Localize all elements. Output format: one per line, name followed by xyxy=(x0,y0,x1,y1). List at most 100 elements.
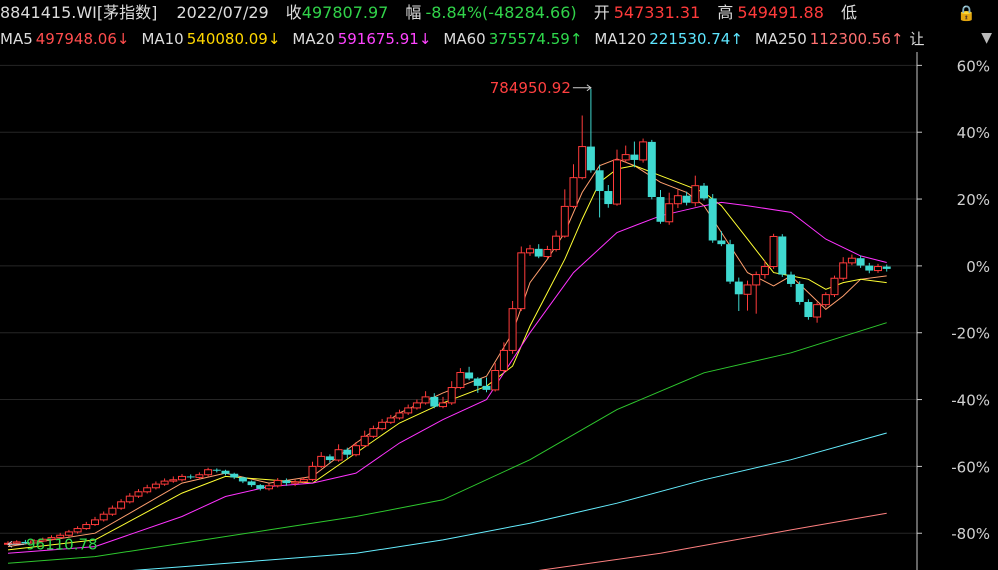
candle xyxy=(552,230,561,252)
candle xyxy=(82,521,91,530)
candle-body xyxy=(604,191,613,205)
candle-body xyxy=(282,480,291,484)
y-tick-label: -20% xyxy=(951,325,990,343)
candle xyxy=(499,342,508,373)
candle xyxy=(169,476,178,483)
candle-body xyxy=(482,385,491,390)
ma-label: MA60 xyxy=(443,30,486,48)
candle-body xyxy=(700,185,708,199)
candle xyxy=(421,391,430,405)
candle xyxy=(586,88,595,173)
candle xyxy=(526,244,534,256)
candle xyxy=(125,493,134,504)
candle-body xyxy=(665,203,674,223)
candle xyxy=(543,245,552,259)
candle-body xyxy=(726,244,735,282)
candle-body xyxy=(273,479,282,487)
high-label: 高 xyxy=(717,3,734,22)
candle-body xyxy=(821,294,830,306)
candle xyxy=(151,481,160,490)
candle xyxy=(386,414,395,424)
candle-body xyxy=(847,257,856,264)
candle-body xyxy=(169,479,178,482)
candle xyxy=(465,366,474,381)
candle xyxy=(73,526,82,534)
candle-body xyxy=(447,387,456,404)
candle xyxy=(682,191,691,206)
candle-body xyxy=(865,265,874,271)
candle-body xyxy=(386,417,395,423)
candle-body xyxy=(830,277,839,296)
candle-body xyxy=(334,449,343,461)
candle-body xyxy=(499,349,508,371)
candle-body xyxy=(247,481,256,486)
candle xyxy=(265,483,273,491)
candle-body xyxy=(378,421,387,430)
close-value: 497807.97 xyxy=(301,3,389,22)
candle-body xyxy=(552,235,561,251)
candle xyxy=(360,430,369,448)
lock-icon[interactable]: 🔒 xyxy=(957,4,976,22)
candle-body xyxy=(647,141,656,198)
candle xyxy=(691,175,700,207)
candle-body xyxy=(343,449,352,455)
quote-date: 2022/07/29 xyxy=(176,3,269,22)
candle-body xyxy=(143,487,152,493)
candle xyxy=(656,190,665,224)
ma-line-ma20 xyxy=(7,201,887,554)
candle xyxy=(491,363,500,392)
ma-value: 497948.06↓ xyxy=(35,30,130,48)
y-tick-label: 60% xyxy=(957,57,990,75)
candle xyxy=(726,239,735,284)
candle xyxy=(595,164,604,218)
candle xyxy=(273,478,282,488)
candle-body xyxy=(325,456,334,461)
candle xyxy=(847,254,856,266)
candle xyxy=(508,300,517,354)
change-value: -8.84%(-48284.66) xyxy=(425,3,577,22)
min-label: 96110.78 xyxy=(26,535,98,553)
candle xyxy=(708,194,717,243)
candle xyxy=(91,516,99,526)
candle-body xyxy=(534,248,543,257)
candle xyxy=(830,275,839,297)
candle-body xyxy=(882,266,891,269)
candle xyxy=(352,442,360,457)
candle-body xyxy=(317,455,326,467)
y-axis: 60% 40% 20% 0% -20% -40% -60% -80% xyxy=(917,57,990,543)
candle-body xyxy=(212,469,221,471)
candle-body xyxy=(360,435,369,447)
ma-line-ma5 xyxy=(7,158,887,548)
candle-body xyxy=(874,266,882,272)
candle-body xyxy=(586,146,595,171)
candle xyxy=(230,472,239,480)
candle-body xyxy=(639,141,648,161)
candle-body xyxy=(117,501,126,509)
candle xyxy=(813,302,822,323)
ma-bar: MA5 497948.06↓ MA10 540080.09↓ MA20 591675.91… xyxy=(0,26,998,52)
candle-body xyxy=(578,146,587,179)
candle-body xyxy=(299,478,308,483)
candle xyxy=(308,461,317,482)
ma-value: 591675.91↓ xyxy=(337,30,432,48)
candle xyxy=(665,192,674,225)
candle-body xyxy=(256,485,265,489)
candle xyxy=(212,468,221,473)
candle-body xyxy=(621,154,630,161)
candle xyxy=(186,474,195,480)
candle-body xyxy=(221,470,230,474)
triangle-down-icon[interactable]: ▼ xyxy=(981,30,992,46)
candle xyxy=(247,480,256,487)
change-label: 幅 xyxy=(405,3,422,22)
candle-body xyxy=(569,177,578,207)
candle xyxy=(839,257,848,281)
candle xyxy=(769,233,778,269)
candle xyxy=(560,189,569,238)
candle-body xyxy=(456,371,465,389)
open-value: 547331.31 xyxy=(613,3,701,22)
candle xyxy=(752,271,761,314)
candle xyxy=(412,399,421,410)
moving-average-lines xyxy=(7,158,887,570)
candle xyxy=(760,260,769,279)
candle xyxy=(865,262,874,274)
